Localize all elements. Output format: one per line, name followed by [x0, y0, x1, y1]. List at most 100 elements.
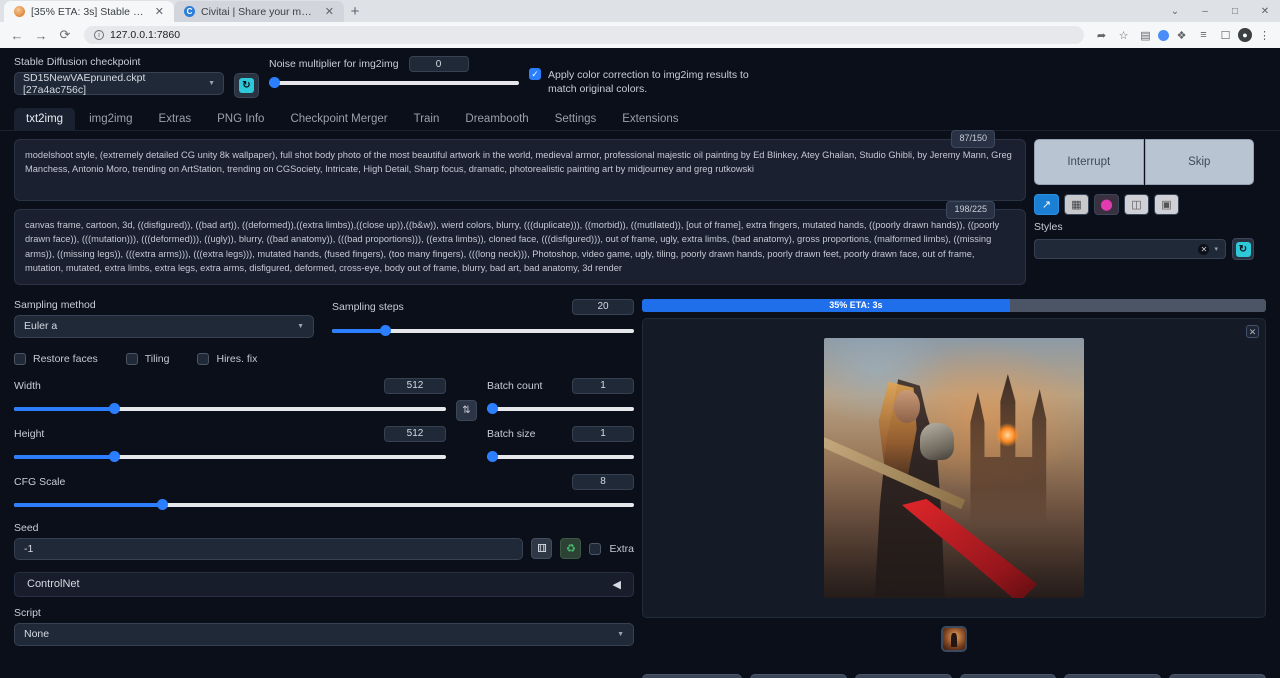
sampling-method-select[interactable]: Euler a ▼: [14, 315, 314, 338]
tab-train[interactable]: Train: [402, 108, 452, 130]
generated-image[interactable]: [824, 338, 1084, 598]
close-tab-icon[interactable]: ✕: [153, 5, 166, 18]
send-to-img2img-button[interactable]: Send to img2img: [960, 674, 1057, 678]
new-tab-button[interactable]: +: [344, 1, 366, 22]
extension-puzzle-icon[interactable]: ❖: [1172, 26, 1191, 45]
browser-tab-stable-diffusion[interactable]: [35% ETA: 3s] Stable Diffusion ✕: [4, 1, 174, 22]
share-icon[interactable]: ➦: [1092, 26, 1111, 45]
hires-fix-checkbox-group[interactable]: Hires. fix: [197, 353, 257, 365]
width-label: Width: [14, 380, 41, 392]
save-button[interactable]: Save: [750, 674, 847, 678]
negative-prompt-textarea[interactable]: 198/225 canvas frame, cartoon, 3d, ((dis…: [14, 209, 1026, 285]
paste-clipboard-icon[interactable]: ◫: [1124, 194, 1149, 215]
cfg-scale-value[interactable]: 8: [572, 474, 634, 490]
chevron-down-icon[interactable]: ▾: [1214, 245, 1218, 253]
refresh-checkpoint-button[interactable]: ↻: [234, 73, 259, 98]
skip-button[interactable]: Skip: [1145, 139, 1255, 185]
maximize-window-icon[interactable]: □: [1220, 0, 1250, 22]
width-value[interactable]: 512: [384, 378, 446, 394]
tab-settings[interactable]: Settings: [543, 108, 609, 130]
media-icon[interactable]: ▤: [1136, 26, 1155, 45]
slider-thumb[interactable]: [157, 499, 168, 510]
back-arrow-icon[interactable]: ←: [6, 24, 28, 46]
slider-thumb[interactable]: [109, 403, 120, 414]
batch-size-value[interactable]: 1: [572, 426, 634, 442]
reuse-seed-recycle-icon[interactable]: ♻: [560, 538, 581, 559]
slider-thumb[interactable]: [380, 325, 391, 336]
tiling-checkbox-group[interactable]: Tiling: [126, 353, 170, 365]
seed-input[interactable]: -1: [14, 538, 523, 560]
slider-thumb[interactable]: [487, 451, 498, 462]
profile-avatar-icon[interactable]: ●: [1238, 28, 1252, 42]
save-style-icon[interactable]: ▣: [1154, 194, 1179, 215]
tab-txt2img[interactable]: txt2img: [14, 108, 75, 130]
tiling-checkbox[interactable]: [126, 353, 138, 365]
address-bar[interactable]: i 127.0.0.1:7860: [84, 26, 1084, 44]
styles-select[interactable]: ✕ ▾: [1034, 239, 1226, 259]
tab-img2img[interactable]: img2img: [77, 108, 144, 130]
batch-count-value[interactable]: 1: [572, 378, 634, 394]
hires-fix-checkbox[interactable]: [197, 353, 209, 365]
sampling-steps-slider[interactable]: [332, 324, 634, 338]
close-gallery-icon[interactable]: ✕: [1246, 325, 1259, 338]
random-seed-dice-icon[interactable]: ⚅: [531, 538, 552, 559]
swap-dimensions-icon[interactable]: ⇅: [456, 400, 477, 421]
sidepanel-icon[interactable]: ☐: [1216, 26, 1235, 45]
close-tab-icon[interactable]: ✕: [323, 5, 336, 18]
prompt-tool-icons: ↗ ▦ ⬤ ◫ ▣: [1034, 194, 1254, 215]
slider-thumb[interactable]: [487, 403, 498, 414]
positive-prompt-textarea[interactable]: 87/150 modelshoot style, (extremely deta…: [14, 139, 1026, 201]
close-window-icon[interactable]: ✕: [1250, 0, 1280, 22]
result-gallery[interactable]: ✕: [642, 318, 1266, 618]
height-value[interactable]: 512: [384, 426, 446, 442]
width-slider[interactable]: [14, 402, 446, 416]
restore-faces-checkbox[interactable]: [14, 353, 26, 365]
apply-style-palette-icon[interactable]: ⬤: [1094, 194, 1119, 215]
chrome-menu-icon[interactable]: ⋮: [1255, 26, 1274, 45]
color-correction-checkbox[interactable]: [529, 68, 541, 80]
sampling-steps-value[interactable]: 20: [572, 299, 634, 315]
tab-search-chevron-down-icon[interactable]: ⌄: [1160, 0, 1190, 22]
send-to-extras-button[interactable]: Send to extras: [1169, 674, 1266, 678]
result-thumbnail[interactable]: [941, 626, 967, 652]
tab-png-info[interactable]: PNG Info: [205, 108, 276, 130]
result-panel: 35% ETA: 3s ✕ 📁: [642, 299, 1266, 678]
checkpoint-select[interactable]: SD15NewVAEpruned.ckpt [27a4ac756c] ▼: [14, 72, 224, 95]
cfg-scale-slider[interactable]: [14, 498, 634, 512]
tab-dreambooth[interactable]: Dreambooth: [453, 108, 540, 130]
generation-progress-bar: 35% ETA: 3s: [642, 299, 1266, 312]
slider-thumb[interactable]: [269, 77, 280, 88]
tab-checkpoint-merger[interactable]: Checkpoint Merger: [278, 108, 399, 130]
zip-button[interactable]: Zip: [855, 674, 952, 678]
refresh-styles-button[interactable]: ↻: [1232, 238, 1254, 260]
noise-multiplier-slider[interactable]: [269, 76, 519, 90]
clear-prompt-trash-icon[interactable]: ▦: [1064, 194, 1089, 215]
script-select[interactable]: None ▼: [14, 623, 634, 646]
batch-count-slider[interactable]: [487, 402, 634, 416]
reload-icon[interactable]: ⟳: [54, 24, 76, 46]
negative-prompt-text: canvas frame, cartoon, 3d, ((disfigured)…: [25, 220, 999, 273]
seed-label: Seed: [14, 522, 634, 534]
playlist-icon[interactable]: ≡: [1194, 26, 1213, 45]
color-correction-group[interactable]: Apply color correction to img2img result…: [529, 56, 759, 96]
restore-faces-checkbox-group[interactable]: Restore faces: [14, 353, 98, 365]
minimize-window-icon[interactable]: –: [1190, 0, 1220, 22]
slider-thumb[interactable]: [109, 451, 120, 462]
interrupt-button[interactable]: Interrupt: [1034, 139, 1144, 185]
browser-tab-civitai[interactable]: Civitai | Share your models ✕: [174, 1, 344, 22]
controlnet-accordion[interactable]: ControlNet ◀: [14, 572, 634, 597]
bookmark-star-icon[interactable]: ☆: [1114, 26, 1133, 45]
noise-multiplier-value[interactable]: 0: [409, 56, 469, 72]
open-folder-button[interactable]: 📁: [642, 674, 742, 678]
extra-seed-checkbox[interactable]: [589, 543, 601, 555]
height-slider[interactable]: [14, 450, 446, 464]
tab-extensions[interactable]: Extensions: [610, 108, 690, 130]
forward-arrow-icon[interactable]: →: [30, 24, 52, 46]
send-to-inpaint-button[interactable]: Send to inpaint: [1064, 674, 1161, 678]
clear-styles-icon[interactable]: ✕: [1198, 244, 1209, 255]
tab-extras[interactable]: Extras: [147, 108, 204, 130]
site-info-icon[interactable]: i: [94, 30, 104, 40]
sync-icon[interactable]: [1158, 30, 1169, 41]
restore-progress-icon[interactable]: ↗: [1034, 194, 1059, 215]
batch-size-slider[interactable]: [487, 450, 634, 464]
